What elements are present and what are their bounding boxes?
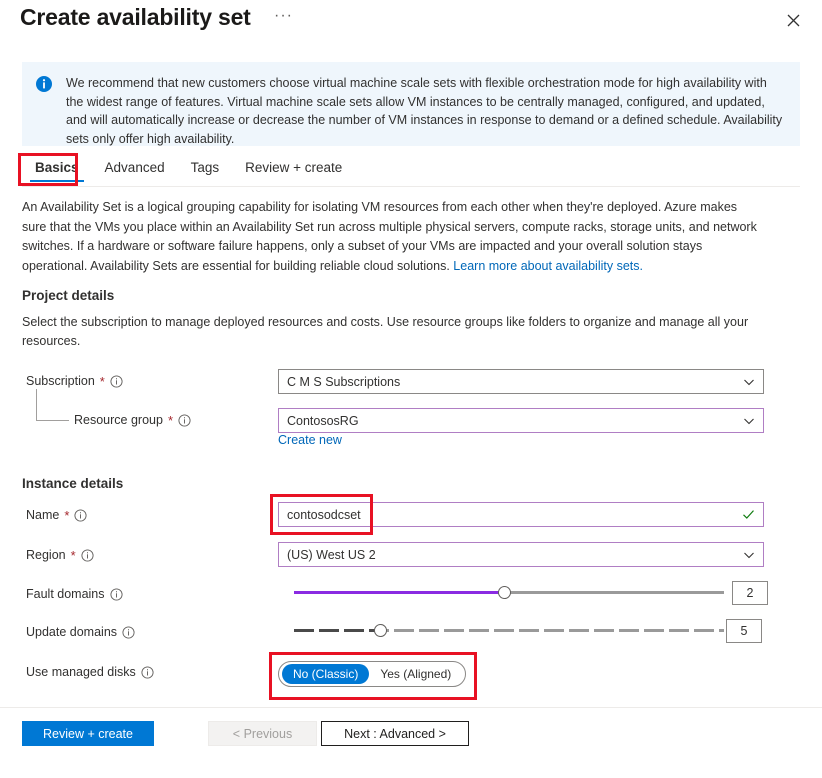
slider-thumb[interactable] [498,586,511,599]
fault-domains-label: Fault domains [26,587,105,601]
name-input[interactable]: contosodcset [278,502,764,527]
subscription-value: C M S Subscriptions [287,375,743,389]
tab-divider [22,186,800,187]
tab-bar: Basics Advanced Tags Review + create [22,156,355,182]
name-required-marker: * [64,509,69,522]
info-circle-icon [36,76,58,146]
name-value: contosodcset [287,508,742,522]
slider-fill [294,591,505,594]
project-details-heading: Project details [22,288,114,303]
create-availability-set-blade: Create availability set ··· We recommend… [0,0,822,778]
managed-disks-option-yes[interactable]: Yes (Aligned) [369,664,462,684]
blade-header: Create availability set ··· [0,0,822,46]
tab-review-create[interactable]: Review + create [232,156,355,182]
use-managed-disks-label-group: Use managed disks [26,665,154,679]
valid-check-icon [742,508,755,521]
region-label: Region [26,548,66,562]
footer-divider [0,707,822,708]
availability-set-description: An Availability Set is a logical groupin… [22,198,764,276]
chevron-down-icon [743,415,755,427]
subscription-required-marker: * [100,375,105,388]
create-new-resource-group-link[interactable]: Create new [278,433,342,447]
next-advanced-button[interactable]: Next : Advanced > [321,721,469,746]
resource-group-label: Resource group [74,413,163,427]
fault-domains-value[interactable]: 2 [732,581,768,605]
more-options-icon[interactable]: ··· [274,10,293,22]
name-label: Name [26,508,59,522]
chevron-down-icon [743,376,755,388]
review-create-button[interactable]: Review + create [22,721,154,746]
info-icon[interactable] [178,414,191,427]
tab-tags[interactable]: Tags [178,156,233,182]
use-managed-disks-label: Use managed disks [26,665,136,679]
chevron-down-icon [743,549,755,561]
slider-thumb[interactable] [374,624,387,637]
page-title: Create availability set [20,4,251,31]
tab-advanced[interactable]: Advanced [92,156,178,182]
resource-group-label-group: Resource group * [74,413,191,427]
region-label-group: Region * [26,548,94,562]
subscription-label-group: Subscription * [26,374,123,388]
fault-domains-slider[interactable] [294,582,724,602]
banner-text: We recommend that new customers choose v… [66,74,786,146]
subscription-dropdown[interactable]: C M S Subscriptions [278,369,764,394]
learn-more-link[interactable]: Learn more about availability sets. [453,259,643,273]
info-icon[interactable] [110,588,123,601]
name-label-group: Name * [26,508,87,522]
slider-fill [294,629,380,632]
resource-group-tree-connector [36,389,69,421]
region-dropdown[interactable]: (US) West US 2 [278,542,764,567]
tab-basics[interactable]: Basics [22,156,92,182]
region-required-marker: * [71,549,76,562]
info-icon[interactable] [122,626,135,639]
intro-text: An Availability Set is a logical groupin… [22,200,757,273]
resource-group-required-marker: * [168,414,173,427]
close-icon[interactable] [782,9,804,31]
recommendation-banner: We recommend that new customers choose v… [22,62,800,146]
info-icon[interactable] [110,375,123,388]
update-domains-label: Update domains [26,625,117,639]
fault-domains-label-group: Fault domains [26,587,123,601]
update-domains-value[interactable]: 5 [726,619,762,643]
update-domains-label-group: Update domains [26,625,135,639]
info-icon[interactable] [74,509,87,522]
info-icon[interactable] [81,549,94,562]
use-managed-disks-toggle[interactable]: No (Classic) Yes (Aligned) [278,661,466,687]
info-icon[interactable] [141,666,154,679]
resource-group-value: ContososRG [287,414,743,428]
region-value: (US) West US 2 [287,548,743,562]
update-domains-slider[interactable] [294,620,724,640]
subscription-label: Subscription [26,374,95,388]
previous-button: < Previous [208,721,317,746]
instance-details-heading: Instance details [22,476,123,491]
project-details-description: Select the subscription to manage deploy… [22,313,764,351]
resource-group-dropdown[interactable]: ContososRG [278,408,764,433]
managed-disks-option-no[interactable]: No (Classic) [282,664,369,684]
